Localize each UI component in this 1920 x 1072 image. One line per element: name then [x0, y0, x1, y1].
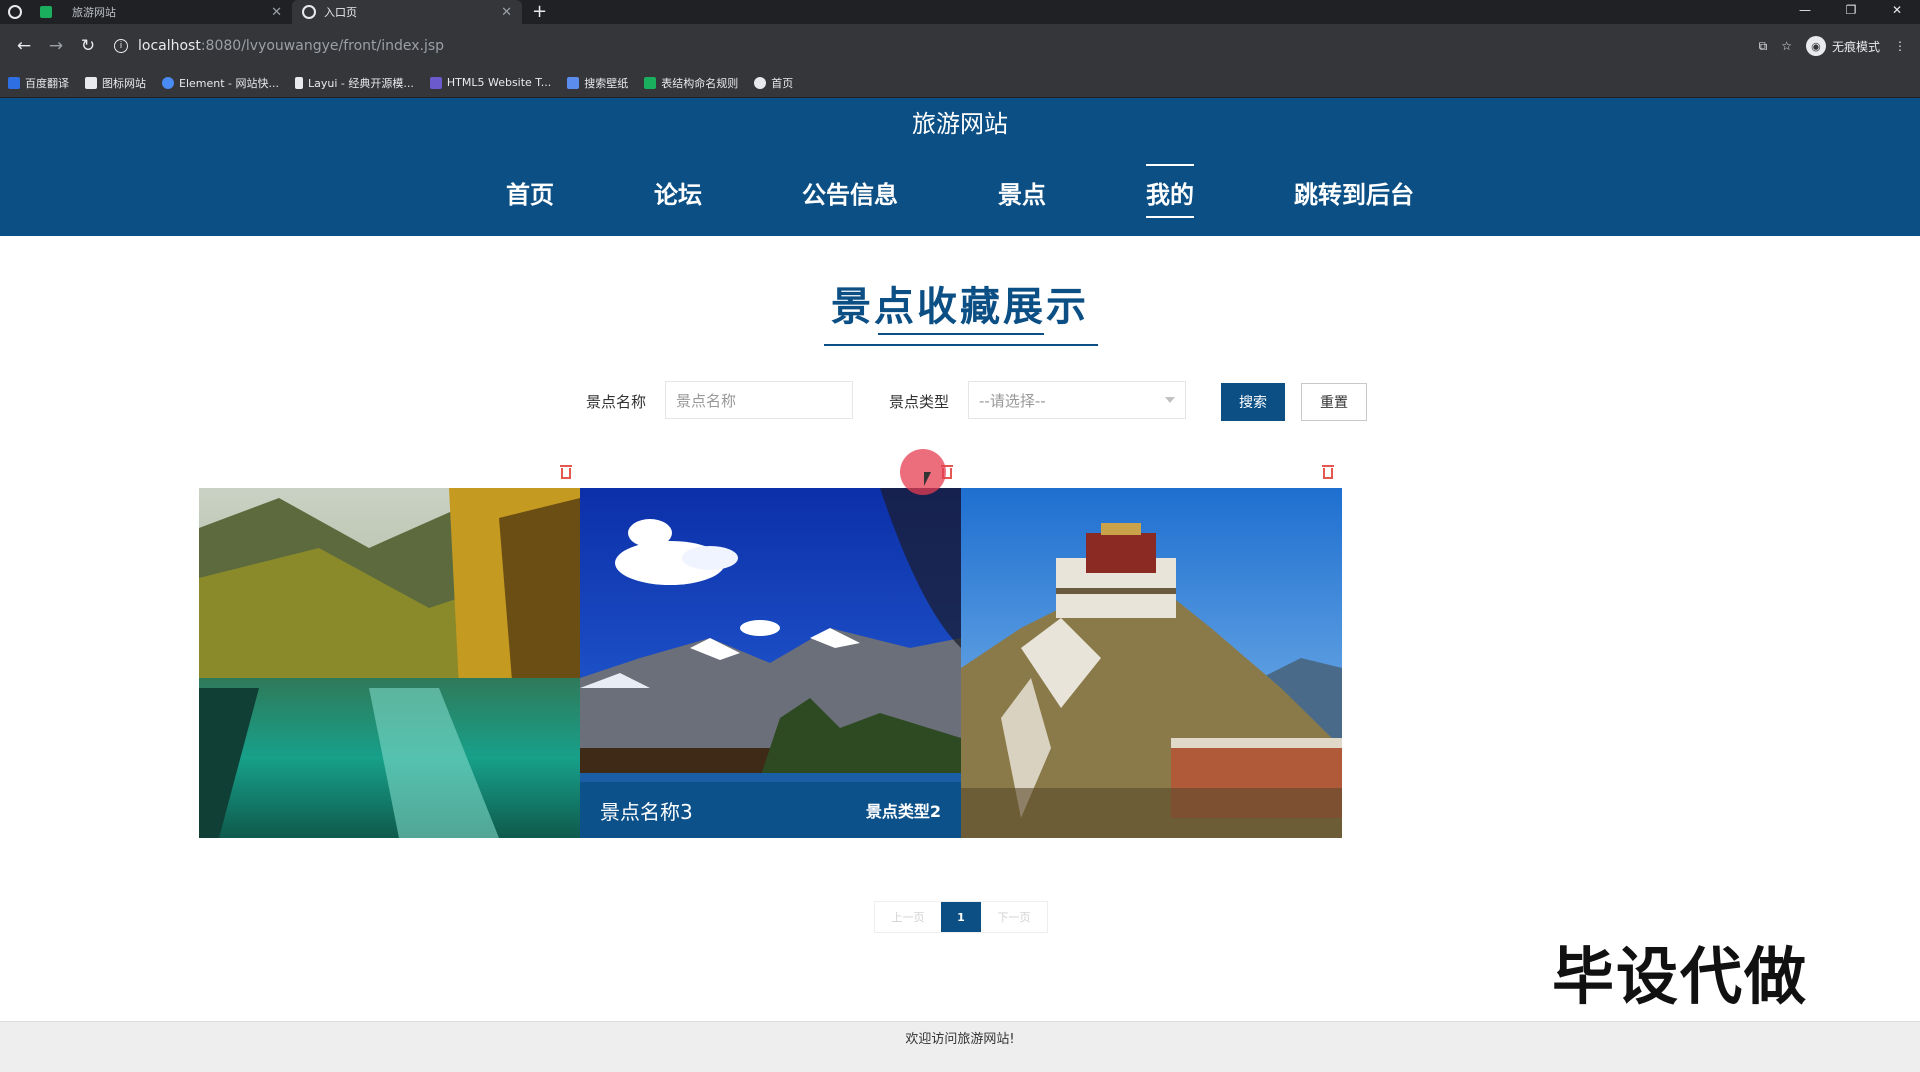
sheet-icon: [644, 76, 657, 89]
pinned-tab-icon[interactable]: [30, 0, 62, 24]
mouse-pointer-icon: [924, 472, 931, 486]
attraction-name: 景点名称3: [600, 799, 693, 824]
attraction-card[interactable]: [961, 488, 1342, 838]
incognito-icon: ◉: [1805, 36, 1826, 56]
browser-tabbar: 旅游网站 ✕ 入口页 ✕ + — ❐ ✕: [0, 0, 1920, 24]
reset-button[interactable]: 重置: [1301, 383, 1367, 421]
filter-bar: 景点名称 景点名称 景点类型 --请选择-- 搜索 重置: [0, 381, 1920, 423]
chrome-globe-icon[interactable]: [0, 0, 30, 24]
layui-icon: [295, 76, 303, 89]
main-content: 景点收藏展示 景点名称 景点名称 景点类型 --请选择-- 搜索 重置 景点名称…: [0, 236, 1920, 1023]
bookmark-label: HTML5 Website T...: [446, 76, 552, 89]
prev-page-button[interactable]: 上一页: [875, 902, 941, 932]
minimize-icon[interactable]: —: [1782, 0, 1828, 24]
bookmark-item[interactable]: 搜索壁纸: [567, 75, 628, 91]
close-window-icon[interactable]: ✕: [1874, 0, 1920, 24]
url-host: localhost: [138, 38, 201, 54]
bookmark-label: 搜索壁纸: [584, 76, 629, 90]
address-bar: ← → ↻ i localhost:8080/lvyouwangye/front…: [0, 24, 1920, 68]
name-input-placeholder: 景点名称: [676, 391, 737, 410]
bookmark-label: 表结构命名规则: [661, 76, 739, 90]
menu-icon[interactable]: ⋮: [1894, 39, 1912, 53]
bookmark-item[interactable]: Element - 网站快...: [162, 75, 279, 91]
cursor-highlight: [900, 449, 946, 495]
type-filter-label: 景点类型: [889, 393, 950, 411]
trash-icon[interactable]: [1321, 464, 1335, 480]
card-caption: 景点名称3 景点类型2: [580, 782, 961, 838]
globe-icon: [302, 5, 316, 19]
page-number-button[interactable]: 1: [941, 902, 981, 932]
attraction-type: 景点类型2: [865, 802, 941, 821]
tab-label: 旅游网站: [72, 6, 116, 19]
html5-icon: [429, 76, 442, 89]
next-page-button[interactable]: 下一页: [981, 902, 1047, 932]
window-controls: — ❐ ✕: [1782, 0, 1920, 24]
incognito-badge[interactable]: ◉ 无痕模式: [1805, 36, 1880, 56]
element-icon: [162, 76, 174, 89]
bookmark-item[interactable]: HTML5 Website T...: [429, 76, 552, 89]
bookmark-item[interactable]: Layui - 经典开源模...: [295, 75, 414, 91]
nav-attractions[interactable]: 景点: [998, 160, 1046, 230]
trash-icon[interactable]: [559, 464, 573, 480]
bookmark-label: Element - 网站快...: [179, 76, 279, 90]
bookmark-label: 图标网站: [102, 76, 146, 90]
title-underline-inner: [878, 333, 1044, 335]
restore-icon[interactable]: ❐: [1828, 0, 1874, 24]
tab-travel-site[interactable]: 旅游网站 ✕: [62, 0, 292, 24]
url-field[interactable]: i localhost:8080/lvyouwangye/front/index…: [104, 30, 1759, 62]
bookmark-item[interactable]: 表结构命名规则: [644, 75, 738, 91]
site-title: 旅游网站: [912, 110, 1008, 138]
bookmarks-bar: 百度翻译 图标网站 Element - 网站快... Layui - 经典开源模…: [0, 68, 1920, 98]
new-tab-button[interactable]: +: [522, 0, 557, 24]
bookmark-label: Layui - 经典开源模...: [308, 76, 414, 90]
bookmark-item[interactable]: 百度翻译: [8, 75, 69, 91]
incognito-label: 无痕模式: [1831, 39, 1880, 54]
nav-home[interactable]: 首页: [506, 160, 554, 230]
page-title: 景点收藏展示: [831, 284, 1089, 330]
bookmark-label: 首页: [771, 76, 794, 90]
search-button[interactable]: 搜索: [1221, 383, 1285, 421]
tab-label: 入口页: [324, 6, 357, 19]
site-footer: 欢迎访问旅游网站!: [0, 1021, 1920, 1072]
main-nav: 首页 论坛 公告信息 景点 我的 跳转到后台: [0, 160, 1920, 230]
bookmark-item[interactable]: 图标网站: [85, 75, 146, 91]
nav-notices[interactable]: 公告信息: [802, 160, 898, 230]
nav-mine[interactable]: 我的: [1146, 160, 1194, 230]
name-filter-label: 景点名称: [586, 393, 647, 411]
jiuzhaigou-lake-image: [199, 488, 580, 838]
back-icon[interactable]: ←: [8, 36, 40, 56]
attraction-card[interactable]: 景点名称3 景点类型2: [580, 488, 961, 838]
flag-icon: [85, 76, 97, 89]
nav-admin[interactable]: 跳转到后台: [1294, 160, 1414, 230]
watermark-text: 毕设代做: [1552, 940, 1809, 1013]
forward-icon[interactable]: →: [40, 36, 72, 56]
globe-icon: [754, 76, 767, 89]
bookmark-item[interactable]: 首页: [754, 75, 793, 91]
favorites-grid: 景点名称3 景点类型2: [199, 488, 1342, 838]
reload-icon[interactable]: ↻: [72, 36, 104, 56]
wallpaper-icon: [567, 76, 580, 89]
info-icon[interactable]: i: [114, 39, 128, 53]
potala-palace-image: [961, 488, 1342, 838]
tab-entry-page[interactable]: 入口页 ✕: [292, 0, 522, 24]
close-tab-icon[interactable]: ✕: [501, 5, 512, 20]
type-select-value: --请选择--: [979, 391, 1046, 410]
attraction-card[interactable]: [199, 488, 580, 838]
title-underline: [824, 344, 1098, 346]
bookmark-star-icon[interactable]: ☆: [1781, 39, 1792, 53]
name-search-input[interactable]: 景点名称: [665, 381, 853, 419]
translate-icon[interactable]: ⧉: [1759, 39, 1768, 54]
site-header: 旅游网站 首页 论坛 公告信息 景点 我的 跳转到后台: [0, 98, 1920, 236]
close-tab-icon[interactable]: ✕: [271, 5, 282, 20]
nav-forum[interactable]: 论坛: [654, 160, 702, 230]
chevron-down-icon: [1165, 397, 1175, 403]
bookmark-icon: [8, 76, 20, 89]
url-path: :8080/lvyouwangye/front/index.jsp: [200, 38, 445, 54]
type-select[interactable]: --请选择--: [968, 381, 1186, 419]
pagination: 上一页 1 下一页: [874, 901, 1048, 933]
bookmark-label: 百度翻译: [25, 76, 69, 90]
